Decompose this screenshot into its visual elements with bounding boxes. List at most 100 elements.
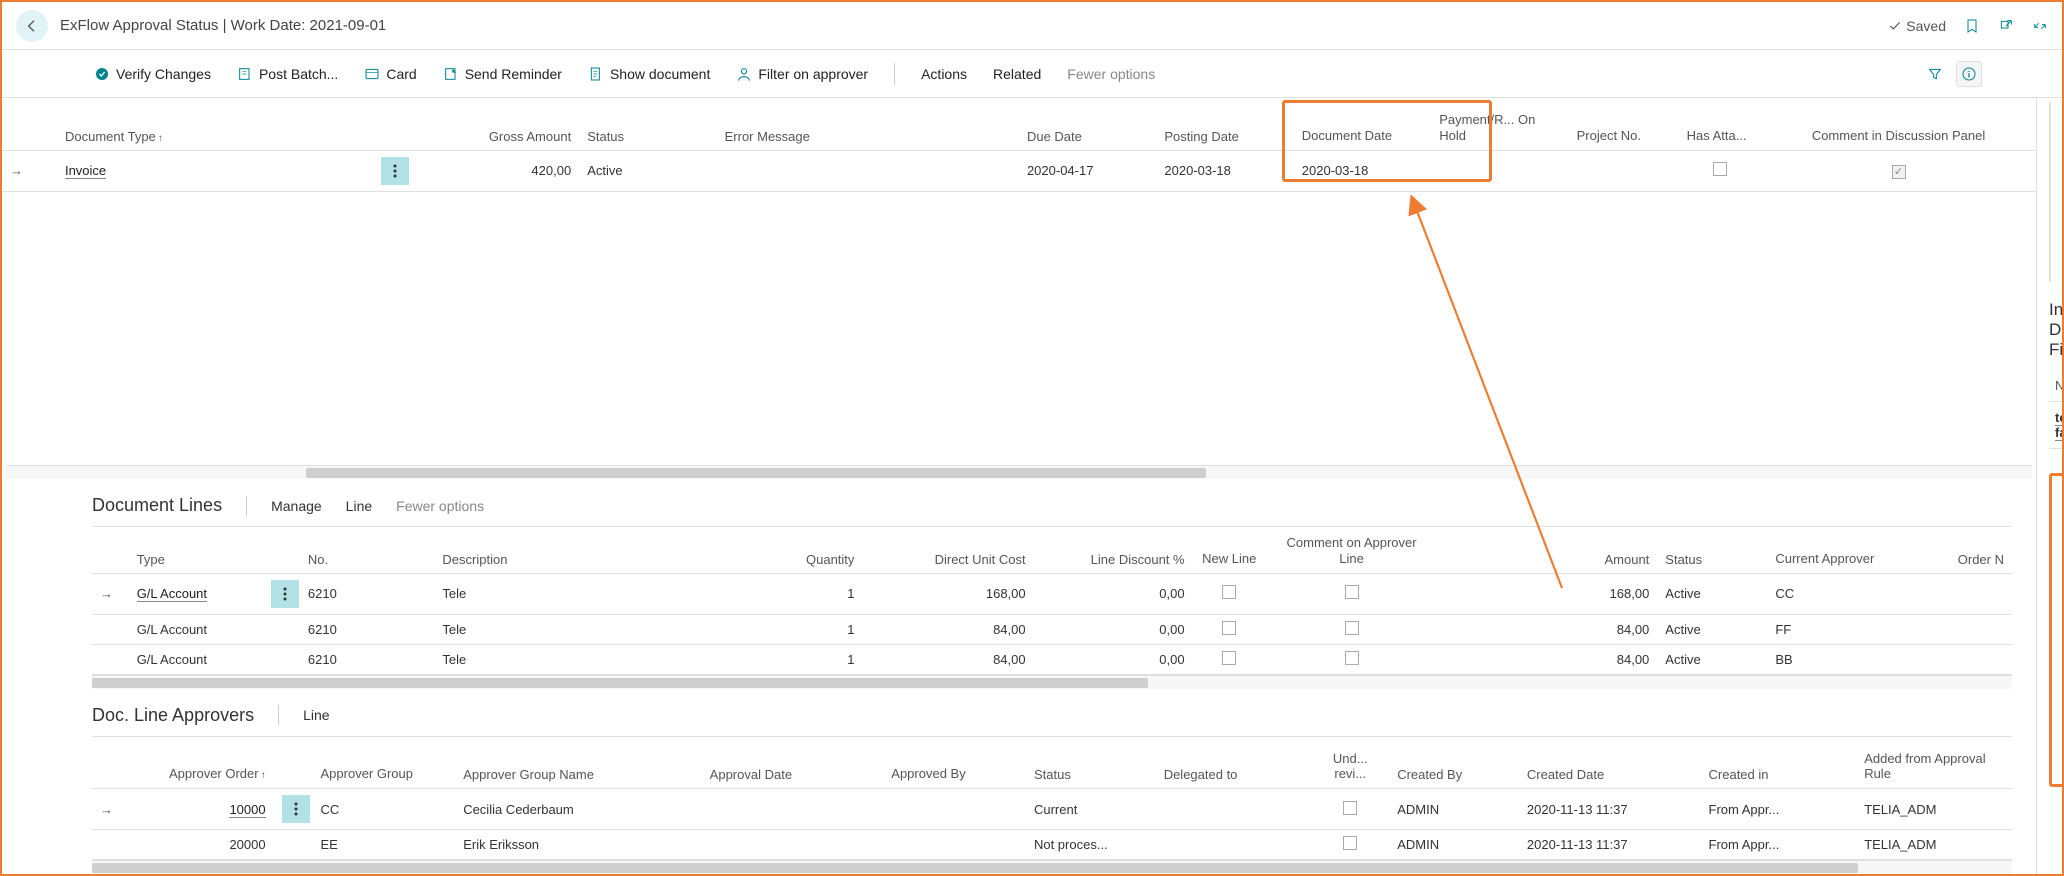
document-preview[interactable]: bankgirot INBETALNING/GIRERING AVI OCR M… bbox=[2049, 102, 2051, 282]
approvers-line[interactable]: Line bbox=[303, 707, 329, 723]
file-name-link[interactable]: telia-faktura bbox=[2055, 410, 2062, 441]
col-direct-unit-cost[interactable]: Direct Unit Cost bbox=[862, 527, 1033, 573]
document-line-row[interactable]: → G/L Account 6210Tele 1168,000,00 168,0… bbox=[92, 573, 2012, 614]
page-header: ExFlow Approval Status | Work Date: 2021… bbox=[2, 2, 2062, 50]
post-batch-action[interactable]: Post Batch... bbox=[225, 60, 350, 88]
col-has-atta[interactable]: Has Atta... bbox=[1679, 98, 1761, 150]
col-approval-date[interactable]: Approval Date bbox=[702, 737, 884, 789]
incoming-files-table: Name Type telia-faktura PDF bbox=[2049, 370, 2062, 449]
doc-type-link[interactable]: Invoice bbox=[65, 163, 106, 179]
col-error-message[interactable]: Error Message bbox=[717, 98, 1019, 150]
col-delegated-to[interactable]: Delegated to bbox=[1156, 737, 1312, 789]
col-und-revi[interactable]: Und... revi... bbox=[1311, 737, 1389, 789]
col-payment-hold[interactable]: Payment/R... On Hold bbox=[1431, 98, 1568, 150]
row-more-button[interactable] bbox=[271, 580, 299, 608]
col-gross-amount[interactable]: Gross Amount bbox=[414, 98, 579, 150]
documents-hscrollbar[interactable] bbox=[6, 465, 2032, 479]
doc-lines-line[interactable]: Line bbox=[346, 498, 372, 514]
doc-lines-fewer[interactable]: Fewer options bbox=[396, 498, 484, 514]
col-no[interactable]: No. bbox=[300, 527, 435, 573]
documents-row[interactable]: → Invoice 420,00 Active 2020-04-172020-0… bbox=[2, 150, 2036, 191]
checkbox[interactable] bbox=[1222, 621, 1236, 635]
doc-lines-manage[interactable]: Manage bbox=[271, 498, 322, 514]
approvers-panel: Doc. Line Approvers Line bbox=[2, 689, 2036, 875]
col-approver-group[interactable]: Approver Group bbox=[313, 737, 456, 789]
documents-header-row: Document Type↑ Gross Amount Status Error… bbox=[2, 98, 2036, 150]
col-status[interactable]: Status bbox=[579, 98, 716, 150]
show-document-action[interactable]: Show document bbox=[576, 60, 722, 88]
check-icon bbox=[1888, 19, 1902, 33]
col-comment-panel[interactable]: Comment in Discussion Panel bbox=[1761, 98, 2036, 150]
col-approver-group-name[interactable]: Approver Group Name bbox=[455, 737, 701, 789]
col-order-n[interactable]: Order N bbox=[1902, 527, 2012, 573]
check-badge-icon bbox=[94, 66, 110, 82]
collapse-icon[interactable] bbox=[2032, 18, 2048, 34]
info-icon[interactable] bbox=[1956, 61, 1982, 87]
line-type-link[interactable]: G/L Account bbox=[137, 586, 207, 602]
bookmark-icon[interactable] bbox=[1964, 18, 1980, 34]
approvers-hscrollbar[interactable] bbox=[92, 860, 2012, 874]
col-created-by[interactable]: Created By bbox=[1389, 737, 1519, 789]
col-amount[interactable]: Amount bbox=[1437, 527, 1657, 573]
filter-icon[interactable] bbox=[1922, 61, 1948, 87]
col-approver-status[interactable]: Status bbox=[1026, 737, 1156, 789]
approver-order-link[interactable]: 10000 bbox=[229, 802, 265, 818]
col-project-no[interactable]: Project No. bbox=[1569, 98, 1679, 150]
discussion-panel-highlight: Discussion Panel ADMIN 2020/11/13 11:51:… bbox=[2049, 473, 2062, 787]
popout-icon[interactable] bbox=[1998, 18, 2014, 34]
col-description[interactable]: Description bbox=[434, 527, 752, 573]
col-quantity[interactable]: Quantity bbox=[752, 527, 862, 573]
page-title: ExFlow Approval Status | Work Date: 2021… bbox=[60, 17, 386, 34]
document-line-row[interactable]: G/L Account 6210Tele 184,000,00 84,00Act… bbox=[92, 644, 2012, 674]
actions-menu[interactable]: Actions bbox=[909, 60, 979, 88]
checkbox[interactable] bbox=[1892, 165, 1906, 179]
back-button[interactable] bbox=[16, 10, 48, 42]
col-approver-order[interactable]: Approver Order↑ bbox=[131, 737, 274, 789]
fewer-options[interactable]: Fewer options bbox=[1055, 60, 1167, 88]
col-line-discount[interactable]: Line Discount % bbox=[1034, 527, 1193, 573]
send-reminder-action[interactable]: Send Reminder bbox=[431, 60, 574, 88]
related-menu[interactable]: Related bbox=[981, 60, 1053, 88]
checkbox[interactable] bbox=[1345, 651, 1359, 665]
card-action[interactable]: Card bbox=[352, 60, 428, 88]
row-more-button[interactable] bbox=[282, 795, 310, 823]
checkbox[interactable] bbox=[1713, 162, 1727, 176]
filter-approver-action[interactable]: Filter on approver bbox=[724, 60, 880, 88]
col-document-type[interactable]: Document Type↑ bbox=[57, 98, 373, 150]
col-comment-approver[interactable]: Comment on Approver Line bbox=[1266, 527, 1437, 573]
col-created-date[interactable]: Created Date bbox=[1519, 737, 1701, 789]
card-icon bbox=[364, 66, 380, 82]
incoming-files-title[interactable]: Incoming Document Files bbox=[2049, 300, 2050, 360]
saved-label: Saved bbox=[1906, 18, 1946, 34]
document-line-row[interactable]: G/L Account 6210Tele 184,000,00 84,00Act… bbox=[92, 614, 2012, 644]
approver-row[interactable]: → 10000 CCCecilia Cederbaum Current ADMI… bbox=[92, 789, 2012, 830]
checkbox[interactable] bbox=[1343, 836, 1357, 850]
col-posting-date[interactable]: Posting Date bbox=[1156, 98, 1293, 150]
col-document-date[interactable]: Document Date bbox=[1294, 98, 1431, 150]
col-created-in[interactable]: Created in bbox=[1701, 737, 1857, 789]
preview-scrollbar[interactable] bbox=[2049, 103, 2050, 281]
document-icon bbox=[588, 66, 604, 82]
row-more-button[interactable] bbox=[381, 157, 409, 185]
approver-row[interactable]: 20000 EEErik Eriksson Not proces... ADMI… bbox=[92, 830, 2012, 860]
col-due-date[interactable]: Due Date bbox=[1019, 98, 1156, 150]
col-approved-by[interactable]: Approved By bbox=[883, 737, 1026, 789]
file-row[interactable]: telia-faktura PDF bbox=[2049, 402, 2062, 449]
col-new-line[interactable]: New Line bbox=[1193, 527, 1266, 573]
files-col-name[interactable]: Name bbox=[2049, 370, 2062, 402]
col-added-from-rule[interactable]: Added from Approval Rule bbox=[1856, 737, 2012, 789]
checkbox[interactable] bbox=[1343, 801, 1357, 815]
approvers-title: Doc. Line Approvers bbox=[92, 705, 254, 726]
reminder-icon bbox=[443, 66, 459, 82]
checkbox[interactable] bbox=[1345, 585, 1359, 599]
documents-grid: Document Type↑ Gross Amount Status Error… bbox=[2, 98, 2036, 192]
checkbox[interactable] bbox=[1222, 585, 1236, 599]
checkbox[interactable] bbox=[1222, 651, 1236, 665]
col-type[interactable]: Type bbox=[129, 527, 264, 573]
lines-hscrollbar[interactable] bbox=[92, 675, 2012, 689]
checkbox[interactable] bbox=[1345, 621, 1359, 635]
verify-changes-action[interactable]: Verify Changes bbox=[82, 60, 223, 88]
col-line-status[interactable]: Status bbox=[1657, 527, 1767, 573]
col-current-approver[interactable]: Current Approver bbox=[1767, 527, 1902, 573]
saved-indicator: Saved bbox=[1888, 18, 1946, 34]
